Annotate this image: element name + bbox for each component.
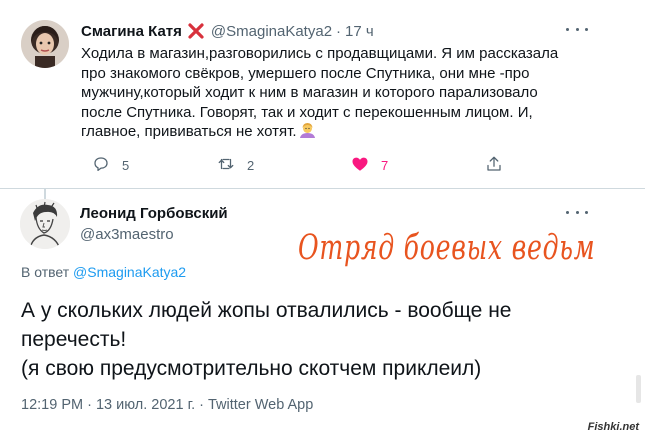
tweet-header: Смагина Катя @SmaginaKatya2 · 17 ч (81, 22, 374, 40)
tweet-text: Ходила в магазин,разговорились с продавщ… (81, 44, 601, 142)
like-button[interactable]: 7 (351, 155, 388, 176)
watermark-logo: Fishki.net (587, 421, 639, 433)
retweet-icon (217, 155, 235, 176)
scrollbar-thumb[interactable] (636, 375, 641, 403)
more-options-icon[interactable] (566, 24, 588, 34)
tweet-actions: 5 2 7 (0, 155, 645, 177)
author-avatar[interactable] (21, 20, 69, 68)
reply-to-line: В ответ @SmaginaKatya2 (21, 264, 186, 280)
reply-author-avatar[interactable] (20, 199, 70, 249)
reply-author-name[interactable]: Леонид Горбовский (80, 205, 228, 222)
tweet-divider (0, 188, 645, 189)
reply-icon (92, 155, 110, 176)
original-tweet[interactable]: Смагина Катя @SmaginaKatya2 · 17 ч Ходил… (0, 0, 645, 188)
reply-author-handle[interactable]: @ax3maestro (80, 226, 174, 243)
reply-text-line: перечесть! (21, 328, 127, 351)
reply-text-line: А у скольких людей жопы отвалились - воо… (21, 299, 512, 322)
reply-count: 5 (122, 158, 130, 173)
like-count: 7 (381, 158, 389, 173)
tweet-time[interactable]: 17 ч (345, 23, 374, 40)
reply-timestamp-meta[interactable]: 12:19 PM · 13 июл. 2021 г. · Twitter Web… (21, 397, 313, 413)
reply-text-line: (я свою предусмотрительно скотчем прикле… (21, 357, 482, 380)
reply-button[interactable]: 5 (92, 155, 129, 176)
reply-to-prefix: В ответ (21, 264, 70, 280)
reply-to-handle-link[interactable]: @SmaginaKatya2 (73, 264, 186, 280)
overlay-caption: Отряд боевых ведьм (298, 228, 596, 268)
reply-text: А у скольких людей жопы отвалились - воо… (21, 296, 511, 383)
thread-connector (44, 189, 46, 199)
woman-shrugging-emoji-icon (299, 122, 316, 139)
tweet-text-line: мужчину,который ходит к ним в магазин и … (81, 84, 538, 101)
heart-icon (351, 155, 369, 176)
tweet-text-line: после Спутника. Говорят, так и ходит с п… (81, 103, 533, 121)
cross-mark-icon (187, 22, 205, 40)
retweet-count: 2 (247, 158, 255, 173)
author-name[interactable]: Смагина Катя (81, 23, 182, 40)
tweet-text-line: главное, прививаться не хотят. (81, 123, 297, 140)
tweet-text-line: Ходила в магазин,разговорились с продавщ… (81, 45, 559, 62)
separator-dot: · (336, 22, 342, 40)
tweet-text-line: про знакомого свёкров, умершего после Сп… (81, 64, 530, 82)
share-icon (485, 155, 503, 176)
author-handle[interactable]: @SmaginaKatya2 (211, 23, 332, 40)
more-options-icon[interactable] (566, 207, 588, 217)
retweet-button[interactable]: 2 (217, 155, 254, 176)
share-button[interactable] (485, 155, 503, 176)
